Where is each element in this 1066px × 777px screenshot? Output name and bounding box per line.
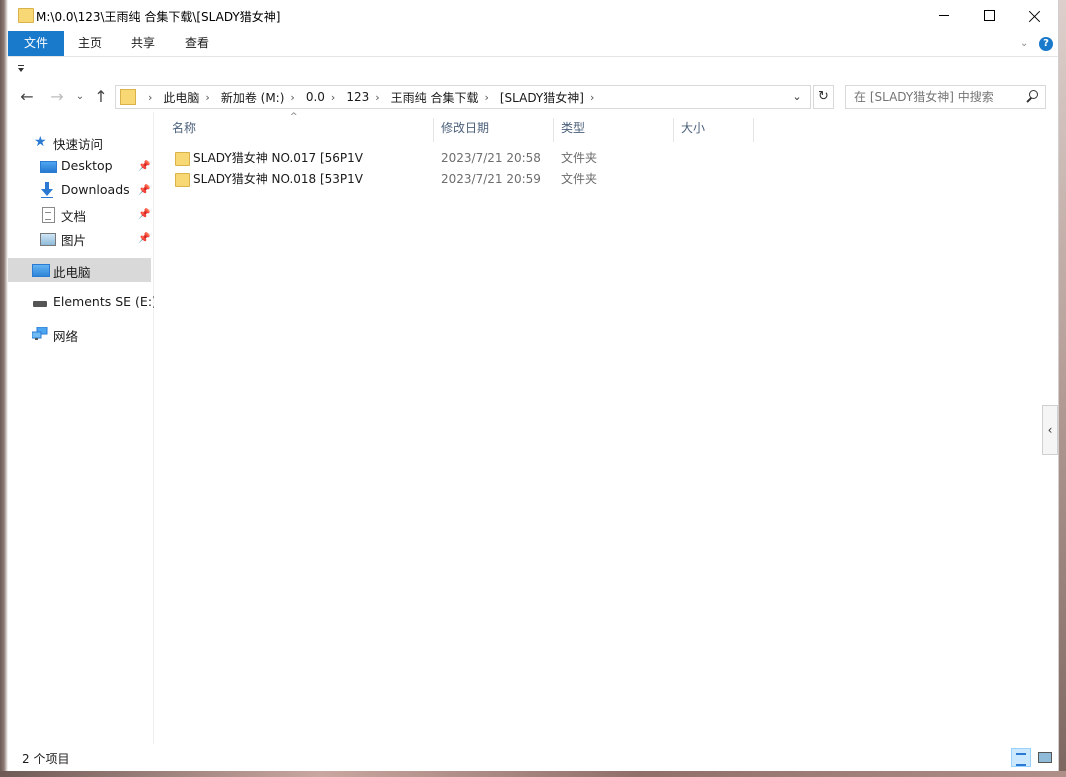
column-header-name[interactable]: 名称 [154,118,434,142]
file-date-modified: 2023/7/21 20:58 [441,151,541,165]
breadcrumb-123[interactable]: 123 [346,90,369,104]
sidebar-item-label: 文档 [61,209,87,224]
file-date-modified: 2023/7/21 20:59 [441,172,541,186]
breadcrumb-collection[interactable]: 王雨纯 合集下载 [391,89,479,106]
search-icon[interactable] [1025,90,1039,104]
sidebar-item-label: 快速访问 [53,137,104,152]
maximize-icon [983,10,995,21]
desktop-background-right [1058,0,1066,777]
file-name: SLADY猎女神 NO.018 [53P1V [193,172,364,186]
navigation-bar: ← → ⌄ ↑ › 此电脑 › 新加卷 (M:) › 0.0 › 123 › 王… [8,83,1058,111]
item-count: 2 个项目 [22,752,70,766]
large-icons-view-button[interactable] [1035,748,1055,767]
pin-icon: 📌 [138,161,151,172]
sidebar-item-network[interactable]: 网络 [8,322,151,346]
download-arrow-icon [41,182,53,198]
folder-icon [175,152,190,166]
maximize-button[interactable] [966,0,1012,31]
file-name: SLADY猎女神 NO.017 [56P1V [193,151,364,165]
up-button[interactable]: ↑ [92,87,110,107]
file-type: 文件夹 [561,172,598,186]
breadcrumb-separator-icon[interactable]: › [484,91,488,104]
tab-view[interactable]: 查看 [174,31,220,56]
network-icon [32,327,48,340]
star-icon: ★ [34,134,47,150]
close-button[interactable] [1012,0,1058,31]
breadcrumb-separator-icon[interactable]: › [331,91,335,104]
sidebar-item-this-pc[interactable]: 此电脑 [8,258,151,282]
breadcrumb-0-0[interactable]: 0.0 [306,90,325,104]
folder-icon [18,8,34,23]
pin-icon: 📌 [138,209,151,220]
sidebar-item-label: 图片 [61,233,87,248]
title-bar[interactable]: M:\0.0\123\王雨纯 合集下载\[SLADY猎女神] [8,0,1058,31]
breadcrumb-separator-icon[interactable]: › [290,91,294,104]
details-view-button[interactable] [1011,748,1031,767]
customize-toolbar-dropdown-icon[interactable] [17,63,27,73]
search-box[interactable] [845,85,1046,109]
sidebar-item-label: Downloads [61,182,130,197]
column-header-type[interactable]: 类型 [554,118,674,142]
document-icon [42,207,55,223]
forward-button[interactable]: → [48,87,66,107]
desktop-background-bottom [0,771,1066,777]
column-header-date-modified[interactable]: 修改日期 [434,118,554,142]
drive-icon [33,301,47,307]
sidebar-item-downloads[interactable]: Downloads 📌 [8,178,151,202]
tab-home[interactable]: 主页 [68,31,112,56]
minimize-icon [939,15,949,16]
sidebar-item-elements-se[interactable]: Elements SE (E:) [8,290,157,314]
address-bar[interactable]: › 此电脑 › 新加卷 (M:) › 0.0 › 123 › 王雨纯 合集下载 … [115,85,811,109]
column-header-size[interactable]: 大小 [674,118,754,142]
search-input[interactable] [846,86,1024,108]
file-type: 文件夹 [561,151,598,165]
tab-file[interactable]: 文件 [8,31,64,56]
sidebar-item-documents[interactable]: 文档 📌 [8,202,151,226]
pin-icon: 📌 [138,233,151,244]
refresh-button[interactable]: ↻ [813,85,834,109]
sidebar-item-quick-access[interactable]: ★ 快速访问 [8,130,151,154]
file-explorer-window: M:\0.0\123\王雨纯 合集下载\[SLADY猎女神] 文件 主页 共享 … [8,0,1059,771]
sidebar-item-label: 网络 [53,329,79,344]
breadcrumb-separator-icon[interactable]: › [590,91,594,104]
table-row[interactable]: SLADY猎女神 NO.017 [56P1V 2023/7/21 20:58 文… [154,148,754,169]
breadcrumb-current-folder[interactable]: [SLADY猎女神] [500,89,584,106]
file-list-view[interactable]: ^ 名称 修改日期 类型 大小 SLADY猎女神 NO.017 [56P1V 2… [154,112,1058,744]
pictures-icon [40,233,56,246]
breadcrumb: › 此电脑 › 新加卷 (M:) › 0.0 › 123 › 王雨纯 合集下载 … [142,86,605,108]
sidebar-item-label: Elements SE (E:) [53,294,157,309]
navigation-pane: ★ 快速访问 Desktop 📌 Downloads 📌 文档 📌 图片 📌 此… [8,112,157,744]
desktop-icon [40,161,57,173]
address-history-dropdown-icon[interactable]: ⌄ [789,89,805,105]
window-title: M:\0.0\123\王雨纯 合集下载\[SLADY猎女神] [36,10,281,24]
this-pc-icon [32,264,50,277]
breadcrumb-volume-m[interactable]: 新加卷 (M:) [221,89,285,106]
close-icon [1029,10,1041,22]
status-bar: 2 个项目 [8,745,1058,771]
ribbon-expand-chevron-icon[interactable]: ⌄ [1020,38,1030,49]
preview-pane-toggle-button[interactable]: ‹ [1042,405,1058,455]
recent-locations-button[interactable]: ⌄ [74,87,86,107]
pin-icon: 📌 [138,185,151,196]
ribbon-tabs: 文件 主页 共享 查看 ⌄ ? [8,31,1058,57]
breadcrumb-separator-icon[interactable]: › [205,91,209,104]
back-button[interactable]: ← [18,87,36,107]
minimize-button[interactable] [921,0,967,31]
tab-share[interactable]: 共享 [120,31,166,56]
sidebar-item-desktop[interactable]: Desktop 📌 [8,154,151,178]
folder-icon [175,173,190,187]
breadcrumb-separator-icon[interactable]: › [148,91,152,104]
sidebar-item-label: Desktop [61,158,113,173]
help-icon[interactable]: ? [1039,37,1053,51]
quick-access-toolbar [8,57,1058,83]
sidebar-item-label: 此电脑 [53,265,91,280]
folder-icon [120,89,136,105]
table-row[interactable]: SLADY猎女神 NO.018 [53P1V 2023/7/21 20:59 文… [154,169,754,190]
breadcrumb-this-pc[interactable]: 此电脑 [163,89,199,106]
breadcrumb-separator-icon[interactable]: › [375,91,379,104]
sidebar-item-pictures[interactable]: 图片 📌 [8,226,151,250]
